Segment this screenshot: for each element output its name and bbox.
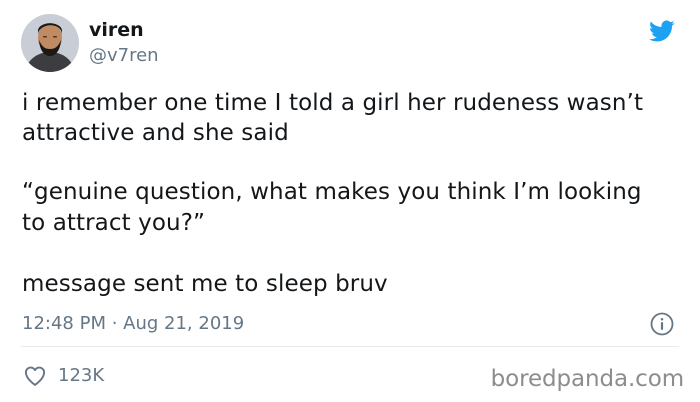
twitter-bird-icon <box>649 20 675 42</box>
tweet-text-line: to attract you?” <box>22 210 206 236</box>
tweet-card: viren @v7ren i remember one time I told … <box>0 0 700 402</box>
tweet-text-line: attractive and she said <box>22 120 289 146</box>
tweet-timestamp[interactable]: 12:48 PM · Aug 21, 2019 <box>22 313 244 335</box>
tweet-text-line: i remember one time I told a girl her ru… <box>22 90 644 116</box>
heart-icon <box>24 366 46 386</box>
like-button[interactable]: 123K <box>22 363 104 389</box>
tweet-text-line: message sent me to sleep bruv <box>22 271 388 297</box>
avatar[interactable] <box>21 14 79 72</box>
display-name[interactable]: viren <box>89 19 144 42</box>
user-handle[interactable]: @v7ren <box>89 45 159 67</box>
watermark: boredpanda.com <box>490 366 684 392</box>
like-count: 123K <box>58 365 105 386</box>
tweet-divider <box>21 346 679 347</box>
info-icon[interactable] <box>650 312 674 336</box>
tweet-text-line: “genuine question, what makes you think … <box>22 179 642 205</box>
